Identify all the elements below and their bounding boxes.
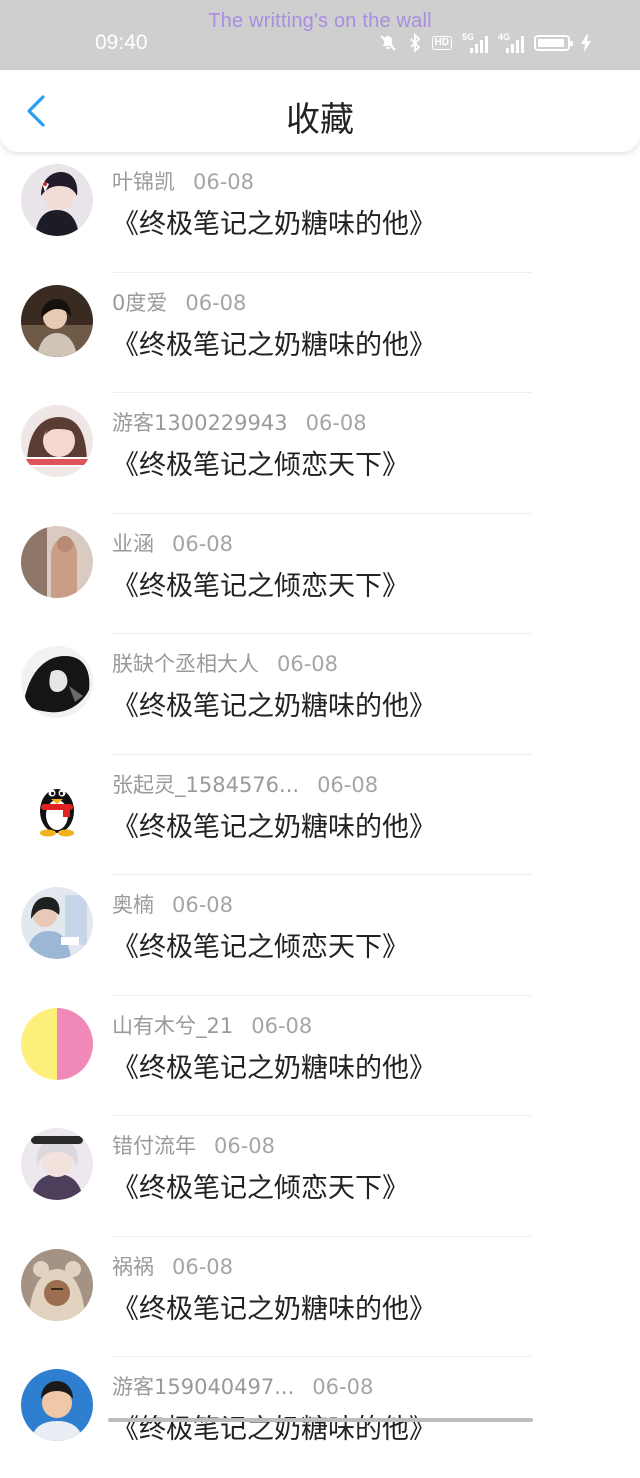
- username: 祸祸: [112, 1254, 154, 1279]
- avatar[interactable]: [21, 766, 93, 839]
- avatar[interactable]: [21, 1007, 93, 1080]
- date: 06-08: [185, 290, 247, 315]
- avatar[interactable]: [21, 284, 93, 357]
- status-time: 09:40: [95, 31, 148, 54]
- date: 06-08: [214, 1134, 276, 1158]
- username: 张起灵_1584576...: [112, 772, 300, 797]
- book-title[interactable]: 《终极笔记之奶糖味的他》: [112, 805, 436, 844]
- avatar[interactable]: [21, 646, 93, 718]
- date: 06-08: [312, 1375, 374, 1399]
- avatar[interactable]: [21, 164, 93, 236]
- status-icons: HD 5G 4G: [378, 31, 592, 55]
- favorite-item[interactable]: 错付流年 06-08 《终极笔记之倾恋天下》: [0, 1116, 640, 1237]
- username: 游客159040497...: [112, 1375, 295, 1399]
- book-title[interactable]: 《终极笔记之倾恋天下》: [112, 1166, 409, 1205]
- date: 06-08: [172, 893, 234, 917]
- favorite-item[interactable]: 山有木兮_21 06-08 《终极笔记之奶糖味的他》: [0, 996, 640, 1116]
- username: 错付流年: [112, 1134, 196, 1158]
- favorite-item[interactable]: 游客1300229943 06-08 《终极笔记之倾恋天下》: [0, 393, 640, 514]
- avatar[interactable]: [21, 1128, 93, 1200]
- scrollbar[interactable]: [108, 1418, 533, 1422]
- page-title: 收藏: [286, 100, 354, 140]
- username: 朕缺个丞相大人: [112, 652, 259, 676]
- hd-voice-icon: HD: [431, 36, 452, 50]
- book-title[interactable]: 《终极笔记之奶糖味的他》: [112, 684, 436, 723]
- mute-icon: [378, 33, 398, 53]
- avatar[interactable]: [21, 405, 93, 477]
- favorite-item[interactable]: 叶锦凯 06-08 《终极笔记之奶糖味的他》: [0, 152, 640, 273]
- book-title[interactable]: 《终极笔记之倾恋天下》: [112, 925, 409, 964]
- avatar[interactable]: [21, 887, 93, 959]
- book-title[interactable]: 《终极笔记之奶糖味的他》: [112, 1046, 436, 1085]
- favorite-item[interactable]: 0度爱 06-08 《终极笔记之奶糖味的他》: [0, 273, 640, 393]
- avatar[interactable]: [21, 1369, 93, 1441]
- signal-4g-icon: 4G: [498, 32, 524, 53]
- book-title[interactable]: 《终极笔记之奶糖味的他》: [112, 1287, 436, 1326]
- username: 游客1300229943: [112, 411, 288, 435]
- charging-icon: [580, 33, 592, 53]
- signal-5g-icon: 5G: [462, 32, 488, 53]
- book-title[interactable]: 《终极笔记之奶糖味的他》: [112, 1407, 436, 1446]
- favorite-item[interactable]: 祸祸 06-08 《终极笔记之奶糖味的他》: [0, 1237, 640, 1357]
- date: 06-08: [251, 1013, 313, 1038]
- favorite-item[interactable]: 朕缺个丞相大人 06-08 《终极笔记之奶糖味的他》: [0, 634, 640, 755]
- date: 06-08: [172, 1254, 234, 1279]
- username: 业涵: [112, 531, 154, 556]
- book-title[interactable]: 《终极笔记之倾恋天下》: [112, 564, 409, 603]
- username: 0度爱: [112, 290, 168, 315]
- status-bar: The writting's on the wall 09:40 HD 5G 4…: [0, 0, 640, 70]
- title-bar: 收藏: [0, 70, 640, 152]
- book-title[interactable]: 《终极笔记之倾恋天下》: [112, 443, 409, 482]
- username: 山有木兮_21: [112, 1013, 234, 1038]
- favorites-list: 叶锦凯 06-08 《终极笔记之奶糖味的他》 0度爱 06-08 《终极笔记之奶糖味…: [0, 152, 640, 1478]
- avatar[interactable]: [21, 1248, 93, 1321]
- username: 奥楠: [112, 893, 154, 917]
- username: 叶锦凯: [112, 170, 175, 194]
- date: 06-08: [305, 411, 367, 435]
- book-title[interactable]: 《终极笔记之奶糖味的他》: [112, 202, 436, 241]
- date: 06-08: [277, 652, 339, 676]
- date: 06-08: [193, 170, 255, 194]
- avatar[interactable]: [21, 525, 93, 598]
- date: 06-08: [317, 772, 379, 797]
- favorite-item[interactable]: 张起灵_1584576... 06-08 《终极笔记之奶糖味的他》: [0, 755, 640, 875]
- book-title[interactable]: 《终极笔记之奶糖味的他》: [112, 323, 436, 362]
- date: 06-08: [172, 531, 234, 556]
- bluetooth-icon: [408, 33, 422, 53]
- favorite-item[interactable]: 业涵 06-08 《终极笔记之倾恋天下》: [0, 514, 640, 634]
- battery-icon: [534, 35, 573, 51]
- status-banner-text: The writting's on the wall: [208, 10, 432, 32]
- favorite-item[interactable]: 奥楠 06-08 《终极笔记之倾恋天下》: [0, 875, 640, 996]
